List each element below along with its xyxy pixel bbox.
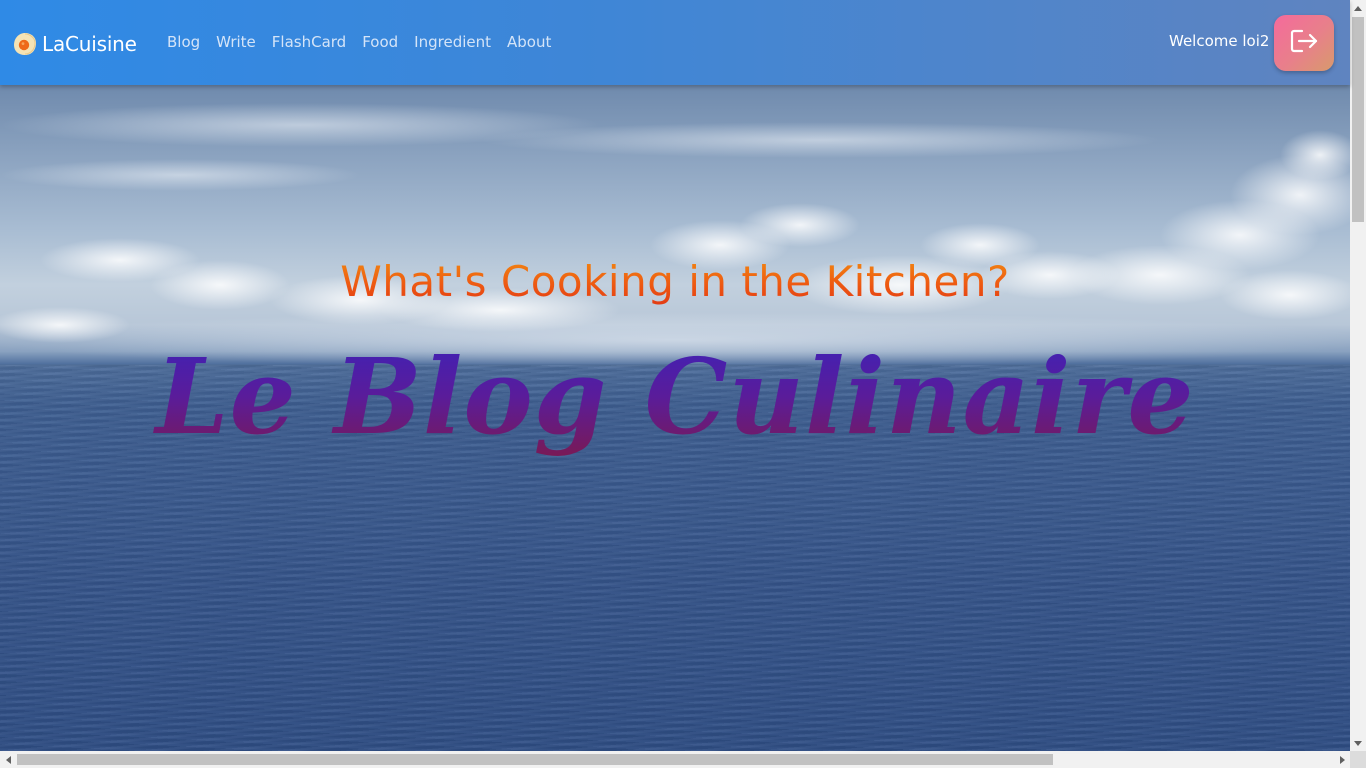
hero-banner: What's Cooking in the Kitchen? Le Blog C… [0, 85, 1350, 751]
fried-egg-icon [12, 31, 38, 57]
scrollbar-corner [1350, 751, 1366, 768]
horizontal-scrollbar-thumb[interactable] [17, 754, 1053, 765]
scroll-down-arrow-icon[interactable] [1350, 735, 1366, 751]
vertical-scrollbar[interactable] [1350, 0, 1366, 751]
nav-link-blog[interactable]: Blog [167, 33, 200, 51]
sky-clouds [0, 103, 1350, 368]
scroll-right-arrow-icon[interactable] [1334, 751, 1350, 768]
vertical-scrollbar-thumb[interactable] [1352, 17, 1364, 222]
hero-subtitle: What's Cooking in the Kitchen? [0, 257, 1350, 306]
logout-button[interactable] [1274, 15, 1334, 71]
brand-link[interactable]: LaCuisine [12, 30, 137, 58]
nav-link-food[interactable]: Food [362, 33, 398, 51]
nav-link-write[interactable]: Write [216, 33, 256, 51]
scroll-up-arrow-icon[interactable] [1350, 0, 1366, 16]
page: LaCuisine Blog Write FlashCard Food Ingr… [0, 0, 1366, 768]
nav-link-ingredient[interactable]: Ingredient [414, 33, 491, 51]
welcome-text: Welcome loi2 [1169, 32, 1270, 50]
scroll-left-arrow-icon[interactable] [0, 751, 16, 768]
nav-links: Blog Write FlashCard Food Ingredient Abo… [167, 33, 567, 51]
hero-title: Le Blog Culinaire [0, 335, 1350, 458]
brand-label: LaCuisine [42, 32, 137, 56]
horizontal-scrollbar[interactable] [0, 751, 1350, 768]
nav-link-about[interactable]: About [507, 33, 551, 51]
navbar: LaCuisine Blog Write FlashCard Food Ingr… [0, 0, 1350, 85]
nav-link-flashcard[interactable]: FlashCard [272, 33, 346, 51]
logout-icon [1289, 28, 1319, 58]
